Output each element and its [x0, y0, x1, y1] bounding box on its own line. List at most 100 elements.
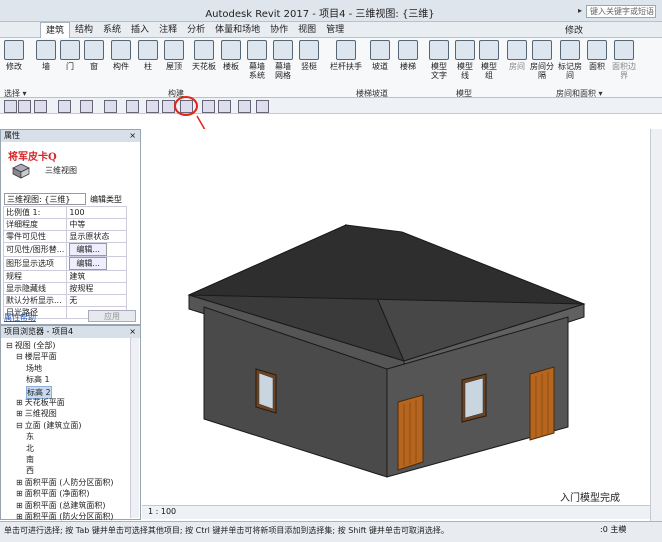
expand-icon[interactable]: ⊞ [16, 398, 23, 407]
tree-node[interactable]: 西 [26, 465, 34, 476]
close-icon[interactable]: × [129, 130, 136, 142]
expand-icon[interactable]: ⊞ [16, 501, 23, 510]
stair-button[interactable]: 楼梯 [396, 38, 420, 88]
expand-icon[interactable]: ⊞ [16, 478, 23, 487]
browser-scrollbar[interactable] [130, 338, 139, 518]
thin-lines-icon[interactable] [218, 100, 231, 113]
window-button[interactable]: 窗 [84, 38, 104, 88]
view-scale[interactable]: 1 : 100 [148, 507, 176, 516]
floor-button[interactable]: 楼板 [220, 38, 242, 88]
tag-room-button[interactable]: 标记房间 [558, 38, 582, 88]
railing-button[interactable]: 栏杆扶手 [330, 38, 362, 88]
mullion-button[interactable]: 竖梃 [298, 38, 320, 88]
section-icon[interactable] [202, 100, 215, 113]
instance-selector[interactable]: 三维视图: {三维} [4, 193, 86, 205]
tab-analyze[interactable]: 分析 [182, 22, 210, 38]
redo-icon[interactable] [80, 100, 93, 113]
dimension-icon[interactable] [126, 100, 139, 113]
tab-modify[interactable]: 修改 [565, 23, 583, 36]
room-separator-button[interactable]: 房间分隔 [530, 38, 554, 88]
tree-node-label: 楼层平面 [24, 352, 57, 362]
ribbon-tabs: 建筑 结构 系统 插入 注释 分析 体量和场地 协作 视图 管理 [0, 22, 662, 39]
curtain-grid-button[interactable]: 幕墙网格 [272, 38, 294, 88]
tree-node[interactable]: ⊞ 天花板平面 [16, 397, 65, 408]
view-scrollbar[interactable] [650, 129, 662, 521]
tree-node-label: 东 [26, 432, 34, 442]
curtain-grid-icon [273, 40, 293, 60]
tree-node-label: 南 [26, 455, 34, 464]
window-icon [84, 40, 104, 60]
search-input[interactable]: 键入关键字或短语 [586, 5, 656, 18]
edit-type-button[interactable]: 编辑类型 [90, 194, 122, 205]
expand-icon[interactable]: ⊞ [16, 512, 23, 521]
tab-collaborate[interactable]: 协作 [265, 22, 293, 38]
close-icon[interactable]: × [129, 326, 136, 338]
expand-icon[interactable]: ⊞ [16, 409, 23, 418]
tab-annotate[interactable]: 注释 [154, 22, 182, 38]
tree-node[interactable]: 南 [26, 454, 34, 465]
table-row: 可见性/图形替... 编辑... [2, 242, 127, 257]
graphic-options-edit-button[interactable]: 编辑... [69, 257, 107, 270]
collapse-icon[interactable]: ⊟ [16, 352, 23, 361]
tree-node[interactable]: 场地 [26, 363, 42, 374]
tree-node-label: 面积平面 (防火分区面积) [24, 512, 114, 521]
apply-button[interactable]: 应用 [88, 310, 136, 322]
properties-help-link[interactable]: 属性帮助 [4, 312, 36, 323]
tree-node[interactable]: ⊞ 面积平面 (人防分区面积) [16, 477, 114, 488]
sync-icon[interactable] [34, 100, 47, 113]
ramp-button[interactable]: 坡道 [368, 38, 392, 88]
tree-node-label: 面积平面 (净面积) [24, 489, 90, 499]
modify-button[interactable]: 修改 [2, 38, 26, 88]
tree-node[interactable]: ⊟ 楼层平面 [16, 351, 57, 362]
cursor-icon [4, 40, 24, 60]
undo-icon[interactable] [58, 100, 71, 113]
collapse-icon[interactable]: ⊟ [6, 341, 13, 350]
tab-manage[interactable]: 管理 [321, 22, 349, 38]
tree-node[interactable]: 标高 1 [26, 374, 50, 385]
collapse-icon[interactable]: ⊟ [16, 421, 23, 430]
close-hidden-icon[interactable] [238, 100, 251, 113]
tree-node[interactable]: ⊟ 立面 (建筑立面) [16, 420, 82, 431]
model-group-button[interactable]: 模型组 [478, 38, 500, 88]
app-menu-tab[interactable] [0, 22, 40, 38]
tab-insert[interactable]: 插入 [126, 22, 154, 38]
tree-node[interactable]: ⊞ 面积平面 (净面积) [16, 488, 90, 499]
visibility-edit-button[interactable]: 编辑... [69, 243, 107, 256]
curtain-system-button[interactable]: 幕墙系统 [246, 38, 268, 88]
tab-massing-site[interactable]: 体量和场地 [210, 22, 265, 38]
tag-icon[interactable] [146, 100, 159, 113]
tree-node[interactable]: 东 [26, 431, 34, 442]
door-button[interactable]: 门 [60, 38, 80, 88]
table-row: 图形显示选项 编辑... [2, 256, 127, 271]
roof-button[interactable]: 屋顶 [162, 38, 186, 88]
ceiling-button[interactable]: 天花板 [190, 38, 218, 88]
tab-structure[interactable]: 结构 [70, 22, 98, 38]
expand-icon[interactable]: ⊞ [16, 489, 23, 498]
column-button[interactable]: 柱 [138, 38, 158, 88]
tree-node-label: 三维视图 [24, 409, 57, 419]
save-icon[interactable] [18, 100, 31, 113]
switch-windows-icon[interactable] [256, 100, 269, 113]
tab-view[interactable]: 视图 [293, 22, 321, 38]
area-button[interactable]: 面积 [586, 38, 608, 88]
tree-node[interactable]: ⊟ 视图 (全部) [6, 340, 56, 351]
measure-icon[interactable] [104, 100, 117, 113]
area-boundary-button[interactable]: 面积边界 [612, 38, 636, 88]
main-model-label[interactable]: 主模 [610, 525, 626, 534]
search-expand-icon[interactable]: ▸ [578, 6, 582, 15]
room-button[interactable]: 房间 [506, 38, 528, 88]
tree-node[interactable]: ⊞ 面积平面 (总建筑面积) [16, 500, 106, 511]
wall-button[interactable]: 墙 [36, 38, 56, 88]
browser-header: 项目浏览器 - 项目4 × [1, 326, 140, 338]
selection-count[interactable]: :0 [600, 525, 608, 534]
tree-node-label: 立面 (建筑立面) [24, 420, 82, 430]
tab-architecture[interactable]: 建筑 [40, 22, 71, 39]
open-icon[interactable] [4, 100, 17, 113]
tree-node[interactable]: 北 [26, 443, 34, 454]
component-button[interactable]: 构件 [110, 38, 132, 88]
model-line-button[interactable]: 模型线 [454, 38, 476, 88]
tree-node[interactable]: ⊞ 三维视图 [16, 408, 57, 419]
model-text-button[interactable]: 模型文字 [428, 38, 450, 88]
room-icon [507, 40, 527, 60]
tab-systems[interactable]: 系统 [98, 22, 126, 38]
